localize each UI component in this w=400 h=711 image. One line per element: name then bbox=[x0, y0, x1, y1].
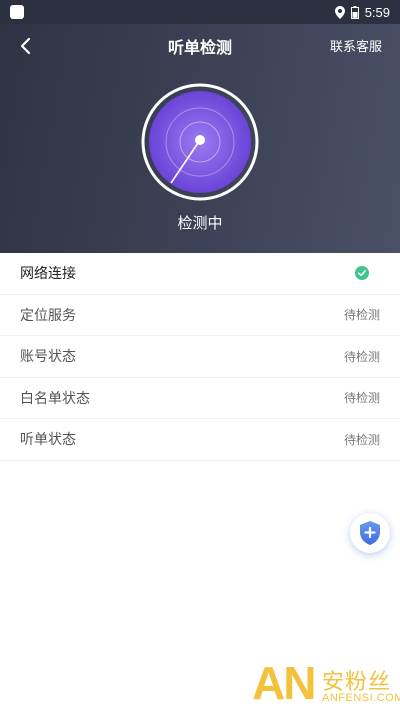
nav-bar: 听单检测 联系客服 bbox=[0, 24, 400, 68]
contact-support-link[interactable]: 联系客服 bbox=[330, 36, 382, 55]
check-label: 账号状态 bbox=[20, 349, 76, 366]
check-label: 定位服务 bbox=[20, 307, 76, 324]
battery-icon bbox=[350, 5, 359, 19]
header: 听单检测 联系客服 检测中 bbox=[0, 24, 400, 253]
radar-center-dot bbox=[195, 135, 205, 145]
check-row-network: 网络连接 bbox=[0, 253, 400, 295]
check-label: 白名单状态 bbox=[20, 390, 90, 407]
check-status: 待检测 bbox=[343, 391, 380, 406]
check-row-whitelist: 白名单状态 待检测 bbox=[0, 378, 400, 419]
shield-plus-icon bbox=[360, 521, 380, 545]
shield-action-button[interactable] bbox=[350, 513, 390, 553]
watermark: AN 安粉丝 ANFENSI.COM bbox=[252, 660, 400, 711]
radar-scanner bbox=[141, 83, 259, 201]
location-icon bbox=[334, 5, 345, 19]
check-status: 待检测 bbox=[343, 432, 380, 447]
check-row-account: 账号状态 待检测 bbox=[0, 336, 400, 378]
watermark-url: ANFENSI.COM bbox=[322, 692, 400, 704]
status-bar: 5:59 bbox=[0, 0, 400, 24]
check-success-icon bbox=[355, 266, 369, 281]
check-status: 待检测 bbox=[343, 349, 380, 364]
check-label: 听单状态 bbox=[20, 432, 76, 449]
check-status: 待检测 bbox=[343, 308, 380, 323]
check-list: 网络连接 定位服务 待检测 账号状态 待检测 白名单状态 待检测 听单状态 待检… bbox=[0, 253, 400, 461]
radar-status-label: 检测中 bbox=[177, 214, 223, 232]
check-label: 网络连接 bbox=[20, 266, 76, 283]
status-right: 5:59 bbox=[334, 4, 390, 20]
status-time: 5:59 bbox=[364, 4, 390, 20]
check-row-order-listening: 听单状态 待检测 bbox=[0, 419, 400, 461]
app-icon bbox=[10, 5, 24, 19]
check-row-location: 定位服务 待检测 bbox=[0, 295, 400, 336]
watermark-logo: AN bbox=[252, 657, 316, 709]
